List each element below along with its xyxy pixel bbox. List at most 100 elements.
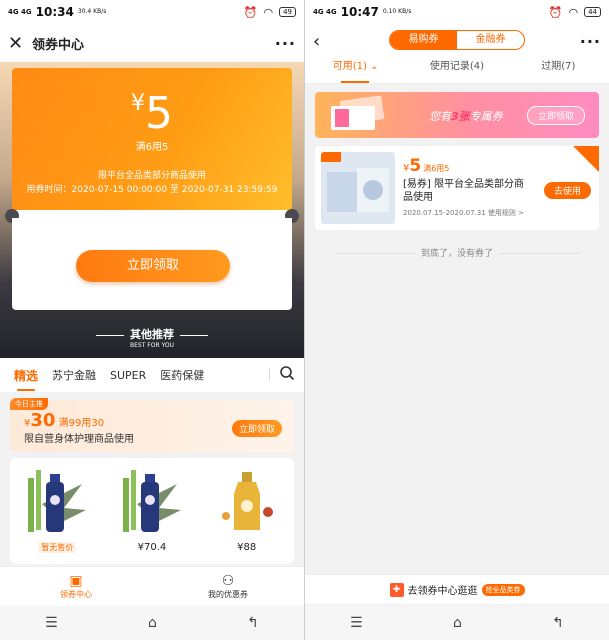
menu-icon[interactable]: ☰ xyxy=(350,615,363,631)
tab-health[interactable]: 医药保健 xyxy=(160,367,204,383)
battery-icon: 49 xyxy=(279,7,296,17)
back-icon[interactable]: ↰ xyxy=(247,615,259,631)
gift-icon: ✚ xyxy=(389,582,404,597)
user-icon: ⚇ xyxy=(221,573,235,589)
shampoo-bottle-image xyxy=(221,472,273,530)
page-title: 领券中心 xyxy=(32,37,85,53)
claim-button[interactable]: 立即领取 xyxy=(76,250,230,282)
recommend-title: 其他推荐 xyxy=(130,328,174,341)
coupon-condition: 满6用5 xyxy=(135,142,169,153)
tab-suning-finance[interactable]: 苏宁金融 xyxy=(52,367,96,383)
tab-featured[interactable]: 精选 xyxy=(14,367,38,391)
header: ‹ 易购券 金融券 ··· xyxy=(305,24,609,58)
exclusive-text-before: 您有 xyxy=(429,110,451,123)
close-icon[interactable]: ✕ xyxy=(8,33,30,54)
more-icon[interactable]: ··· xyxy=(580,32,601,51)
product-list: 暂无售价 ¥70.4 ¥88 xyxy=(10,458,294,564)
battery-icon: 44 xyxy=(584,7,601,17)
system-nav-bar: ☰ ⌂ ↰ xyxy=(0,606,304,640)
coupon-date-rules[interactable]: 2020.07.15-2020.07.31 使用规则 > xyxy=(403,208,524,218)
alarm-icon: ⏰ xyxy=(548,5,563,19)
tab-history[interactable]: 使用记录(4) xyxy=(406,58,507,83)
coupon-value: 5 xyxy=(145,88,173,139)
tab-expired[interactable]: 过期(7) xyxy=(508,58,609,83)
featured-badge: 今日主推 xyxy=(10,398,48,410)
product-card[interactable]: 暂无售价 xyxy=(14,458,100,564)
footer-tag: 抢全品类券 xyxy=(481,583,525,596)
recommend-subtitle: BEST FOR YOU xyxy=(130,342,174,349)
header: ✕ 领券中心 ··· xyxy=(0,24,304,62)
end-text: 到底了，没有券了 xyxy=(420,249,493,259)
shampoo-bottle-image xyxy=(122,470,181,532)
bottom-nav: ▣ 领券中心 ⚇ 我的优惠券 xyxy=(0,566,304,606)
product-thumbnail xyxy=(321,152,395,224)
use-coupon-button[interactable]: 去使用 xyxy=(543,182,591,199)
product-price-text: 暂无售价 xyxy=(38,542,77,553)
chevron-down-icon: ⌄ xyxy=(370,61,379,72)
featured-desc: 限自营身体护理商品使用 xyxy=(24,434,134,445)
coupon-period: 用券时间：2020-07-15 00:00:00 至 2020-07-31 23… xyxy=(26,185,278,195)
coupon-amount: ¥5 满6用5 xyxy=(403,156,449,176)
nav-coupon-center[interactable]: ▣ 领券中心 xyxy=(0,567,152,606)
product-price: 暂无售价 xyxy=(14,542,100,553)
home-icon[interactable]: ⌂ xyxy=(453,615,462,631)
tab-available[interactable]: 可用(1) ⌄ xyxy=(305,58,406,83)
network-speed: 0.10 KB/s xyxy=(382,8,412,15)
featured-coupon: 今日主推 ¥30 满99用30 限自营身体护理商品使用 立即领取 xyxy=(10,398,294,452)
search-icon[interactable] xyxy=(270,365,304,385)
signal-icon: 4G 4G xyxy=(313,8,337,16)
coupon-condition: 满6用5 xyxy=(423,164,450,173)
exclusive-text-after: 专属券 xyxy=(469,110,503,123)
back-icon[interactable]: ↰ xyxy=(552,615,564,631)
featured-price: ¥30 满99用30 xyxy=(24,410,104,431)
status-bar: 4G 4G 10:47 0.10 KB/s ⏰ ◠ 44 xyxy=(305,0,609,24)
nav-label: 领券中心 xyxy=(60,590,92,599)
segment-yigou[interactable]: 易购券 xyxy=(390,31,457,49)
currency-symbol: ¥ xyxy=(131,91,145,116)
right-phone-screen: 4G 4G 10:47 0.10 KB/s ⏰ ◠ 44 ‹ 易购券 金融券 ·… xyxy=(305,0,609,640)
ticket-icon xyxy=(331,96,385,130)
coupon-value: 5 xyxy=(409,156,422,176)
tab-super[interactable]: SUPER xyxy=(110,369,146,382)
status-time: 10:34 xyxy=(35,5,74,19)
signal-icon: 4G 4G xyxy=(8,8,32,16)
product-price: ¥88 xyxy=(237,542,257,553)
featured-amount: 30 xyxy=(30,410,56,431)
home-icon[interactable]: ⌂ xyxy=(148,615,157,631)
coupon-type-switch: 易购券 金融券 xyxy=(389,30,525,50)
footer-label: 去领券中心逛逛 xyxy=(407,586,478,597)
exclusive-count: 3张 xyxy=(451,110,470,123)
exclusive-claim-button[interactable]: 立即领取 xyxy=(526,106,585,125)
back-arrow-icon[interactable]: ‹ xyxy=(313,31,335,52)
new-tag-icon xyxy=(573,146,599,172)
wifi-icon: ◠ xyxy=(568,5,579,19)
go-coupon-center-bar[interactable]: ✚ 去领券中心逛逛 抢全品类券 xyxy=(305,574,609,604)
product-card[interactable]: ¥88 xyxy=(204,458,290,564)
tab-label: 可用(1) xyxy=(332,61,367,72)
system-nav-bar: ☰ ⌂ ↰ xyxy=(305,606,609,640)
product-card[interactable]: ¥70.4 xyxy=(109,458,195,564)
featured-claim-button[interactable]: 立即领取 xyxy=(231,420,282,437)
coupon-item: ¥5 满6用5 [易券] 限平台全品类部分商品使用 2020.07.15-2020… xyxy=(315,146,599,230)
category-tabs: 精选 苏宁金融 SUPER 医药保健 xyxy=(0,358,304,392)
nav-my-coupons[interactable]: ⚇ 我的优惠券 xyxy=(152,567,304,606)
coupon-status-tabs: 可用(1) ⌄ 使用记录(4) 过期(7) xyxy=(305,58,609,84)
exclusive-text: 您有3张专属券 xyxy=(429,108,503,124)
featured-condition: 满99用30 xyxy=(58,418,105,429)
coupon-card: ¥5 满6用5 限平台全品类部分商品使用 用券时间：2020-07-15 00:… xyxy=(12,68,292,214)
coupon-icon: ▣ xyxy=(69,573,83,589)
segment-finance[interactable]: 金融券 xyxy=(457,31,524,49)
nav-label: 我的优惠券 xyxy=(208,590,248,599)
status-time: 10:47 xyxy=(340,5,379,19)
end-of-list: 到底了，没有券了 xyxy=(305,246,609,259)
wifi-icon: ◠ xyxy=(263,5,274,19)
coupon-scope: 限平台全品类部分商品使用 xyxy=(97,171,206,181)
status-bar: 4G 4G 10:34 30.4 KB/s ⏰ ◠ 49 xyxy=(0,0,304,24)
exclusive-coupon-banner: 您有3张专属券 立即领取 xyxy=(315,92,599,138)
alarm-icon: ⏰ xyxy=(243,5,258,19)
shampoo-bottle-image xyxy=(28,470,87,532)
more-icon[interactable]: ··· xyxy=(275,34,296,53)
menu-icon[interactable]: ☰ xyxy=(45,615,58,631)
recommend-heading: 其他推荐 BEST FOR YOU xyxy=(0,326,304,349)
coupon-name: [易券] 限平台全品类部分商品使用 xyxy=(403,179,524,203)
